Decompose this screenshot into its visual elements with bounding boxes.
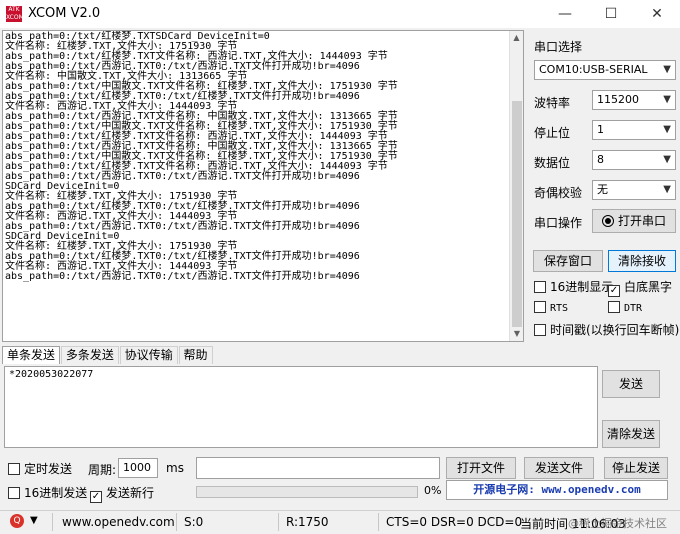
send-tabs: 单条发送 多条发送 协议传输 帮助: [2, 346, 213, 364]
checkbox-box: [8, 487, 20, 499]
progress-percent: 0%: [424, 484, 442, 497]
checkbox-box: [8, 463, 20, 475]
receive-textarea[interactable]: abs_path=0:/txt/红楼梦.TXTSDCard_DeviceInit…: [2, 30, 524, 342]
promo-banner[interactable]: 开源电子网: www.openedv.com: [446, 480, 668, 500]
stop-bits-value: 1: [597, 123, 604, 136]
tab-multi-send[interactable]: 多条发送: [60, 346, 119, 364]
hex-send-label: 16进制发送: [24, 486, 88, 500]
port-select[interactable]: COM10:USB-SERIAL ▼: [534, 60, 676, 80]
timed-send-label: 定时发送: [24, 462, 73, 476]
send-file-button[interactable]: 发送文件: [524, 457, 594, 479]
hex-send-checkbox[interactable]: 16进制发送: [8, 484, 87, 501]
white-black-checkbox[interactable]: ✓ 白底黑字: [608, 278, 672, 297]
chevron-down-icon: ▼: [663, 184, 671, 195]
receive-count: R:1750: [286, 515, 329, 529]
receive-text: abs_path=0:/txt/红楼梦.TXTSDCard_DeviceInit…: [5, 31, 398, 282]
baud-label: 波特率: [534, 96, 571, 110]
app-logo: ATK XCOM: [6, 6, 24, 22]
stop-bits-label: 停止位: [534, 126, 571, 140]
chevron-down-icon: ▼: [663, 94, 671, 105]
open-file-button[interactable]: 打开文件: [446, 457, 516, 479]
data-bits-label: 数据位: [534, 156, 571, 170]
tab-help[interactable]: 帮助: [178, 346, 213, 364]
send-count: S:0: [184, 515, 204, 529]
clear-receive-button[interactable]: 清除接收: [608, 250, 676, 272]
stop-send-button[interactable]: 停止发送: [604, 457, 668, 479]
settings-icon[interactable]: Q: [10, 514, 24, 528]
timestamp-label: 时间戳(以换行回车断帧): [550, 323, 680, 337]
port-value: COM10:USB-SERIAL: [539, 63, 648, 76]
send-progress-bar: [196, 486, 418, 498]
maximize-button[interactable]: ☐: [588, 0, 634, 28]
chevron-down-icon: ▼: [663, 154, 671, 165]
scroll-up-icon[interactable]: ▲: [510, 31, 523, 45]
send-button[interactable]: 发送: [602, 370, 660, 398]
rts-checkbox[interactable]: RTS: [534, 300, 568, 314]
period-label: 周期:: [88, 463, 117, 477]
checkbox-box: [534, 301, 546, 313]
scroll-down-icon[interactable]: ▼: [510, 327, 523, 341]
file-path-input[interactable]: [196, 457, 440, 479]
title-bar: ATK XCOM XCOM V2.0 — ☐ ✕: [0, 0, 680, 28]
rts-label: RTS: [550, 303, 569, 314]
checkbox-box: [608, 301, 620, 313]
dropdown-icon[interactable]: ▼: [30, 515, 38, 526]
watermark: @稀土掘金技术社区: [568, 517, 667, 530]
signal-status: CTS=0 DSR=0 DCD=0: [386, 515, 523, 529]
chevron-down-icon: ▼: [663, 124, 671, 135]
tab-protocol[interactable]: 协议传输: [119, 346, 178, 364]
port-op-label: 串口操作: [534, 216, 583, 230]
scroll-thumb[interactable]: [512, 101, 522, 327]
timestamp-checkbox[interactable]: 时间戳(以换行回车断帧): [534, 321, 679, 338]
parity-value: 无: [597, 183, 608, 196]
period-input[interactable]: 1000: [118, 458, 158, 478]
send-newline-label: 发送新行: [106, 486, 155, 500]
chevron-down-icon: ▼: [663, 64, 671, 75]
data-bits-value: 8: [597, 153, 604, 166]
data-bits-select[interactable]: 8 ▼: [592, 150, 676, 170]
checkbox-box: [534, 281, 546, 293]
send-newline-checkbox[interactable]: ✓ 发送新行: [90, 484, 154, 503]
check-icon: ✓: [90, 491, 102, 503]
parity-label: 奇偶校验: [534, 186, 583, 200]
open-port-label: 打开串口: [617, 214, 666, 228]
minimize-button[interactable]: —: [542, 0, 588, 28]
close-button[interactable]: ✕: [634, 0, 680, 28]
dtr-checkbox[interactable]: DTR: [608, 300, 642, 314]
period-unit: ms: [166, 461, 184, 475]
baud-value: 115200: [597, 93, 639, 106]
tab-single-send[interactable]: 单条发送: [2, 346, 61, 364]
port-status-icon: [601, 215, 614, 227]
checkbox-box: [534, 324, 546, 336]
receive-scrollbar[interactable]: ▲ ▼: [509, 31, 523, 341]
status-bar: Q ▼ www.openedv.com S:0 R:1750 CTS=0 DSR…: [0, 510, 680, 534]
baud-select[interactable]: 115200 ▼: [592, 90, 676, 110]
open-port-button[interactable]: 打开串口: [592, 209, 676, 233]
port-select-label: 串口选择: [534, 40, 583, 54]
hex-display-checkbox[interactable]: 16进制显示: [534, 278, 613, 295]
hex-display-label: 16进制显示: [550, 280, 614, 294]
dtr-label: DTR: [624, 303, 643, 314]
parity-select[interactable]: 无 ▼: [592, 180, 676, 200]
stop-bits-select[interactable]: 1 ▼: [592, 120, 676, 140]
save-window-button[interactable]: 保存窗口: [533, 250, 603, 272]
clear-send-button[interactable]: 清除发送: [602, 420, 660, 448]
check-icon: ✓: [608, 285, 620, 297]
window-title: XCOM V2.0: [28, 6, 101, 21]
send-textarea[interactable]: *2020053022077: [4, 366, 598, 448]
status-url[interactable]: www.openedv.com: [62, 515, 175, 529]
white-black-label: 白底黑字: [624, 280, 673, 294]
timed-send-checkbox[interactable]: 定时发送: [8, 460, 72, 477]
